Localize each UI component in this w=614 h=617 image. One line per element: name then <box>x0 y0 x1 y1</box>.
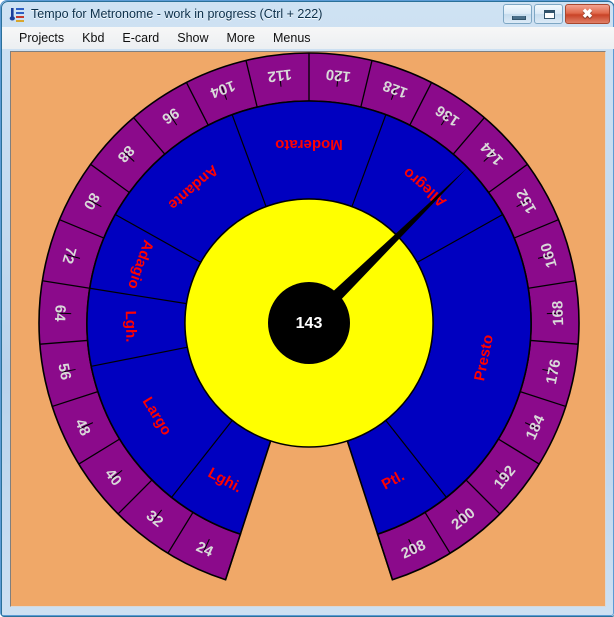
tempo-dial[interactable]: 24 32 40 48 56 64 72 80 88 96 104 112 120 128 136 144 15… <box>11 52 606 607</box>
menu-bar: Projects Kbd E-card Show More Menus <box>2 27 614 49</box>
scale-tick-label: 168 <box>549 300 567 326</box>
app-window: Tempo for Metronome - work in progress (… <box>0 0 614 617</box>
menu-item-e-card[interactable]: E-card <box>113 29 168 48</box>
menu-item-more[interactable]: More <box>218 29 264 48</box>
menu-item-projects[interactable]: Projects <box>10 29 73 48</box>
music-note-icon <box>9 8 24 22</box>
menu-item-kbd[interactable]: Kbd <box>73 29 113 48</box>
tempo-zone-label: Moderato <box>275 136 343 153</box>
scale-tick-label: 56 <box>54 362 74 382</box>
scale-tick-label: 112 <box>267 65 293 85</box>
close-icon: ✖ <box>582 6 593 21</box>
window-controls: ✖ <box>503 4 610 24</box>
close-button[interactable]: ✖ <box>565 4 610 24</box>
tempo-zone-label: Lgh. <box>122 311 140 343</box>
tempo-dial-svg[interactable]: 24324048566472808896104112 12012813614415… <box>11 52 606 607</box>
window-title: Tempo for Metronome - work in progress (… <box>31 7 323 21</box>
menu-item-show[interactable]: Show <box>168 29 217 48</box>
scale-tick-label: 64 <box>51 305 69 323</box>
minimize-button[interactable] <box>503 4 532 24</box>
maximize-button[interactable] <box>534 4 563 24</box>
menu-item-menus[interactable]: Menus <box>264 29 320 48</box>
title-bar[interactable]: Tempo for Metronome - work in progress (… <box>2 2 614 27</box>
scale-tick-label: 120 <box>325 65 352 85</box>
current-tempo-value: 143 <box>296 315 323 332</box>
maximize-icon <box>544 10 555 19</box>
client-area: 24 32 40 48 56 64 72 80 88 96 104 112 120 128 136 144 15… <box>10 51 606 607</box>
minimize-icon <box>512 16 526 20</box>
